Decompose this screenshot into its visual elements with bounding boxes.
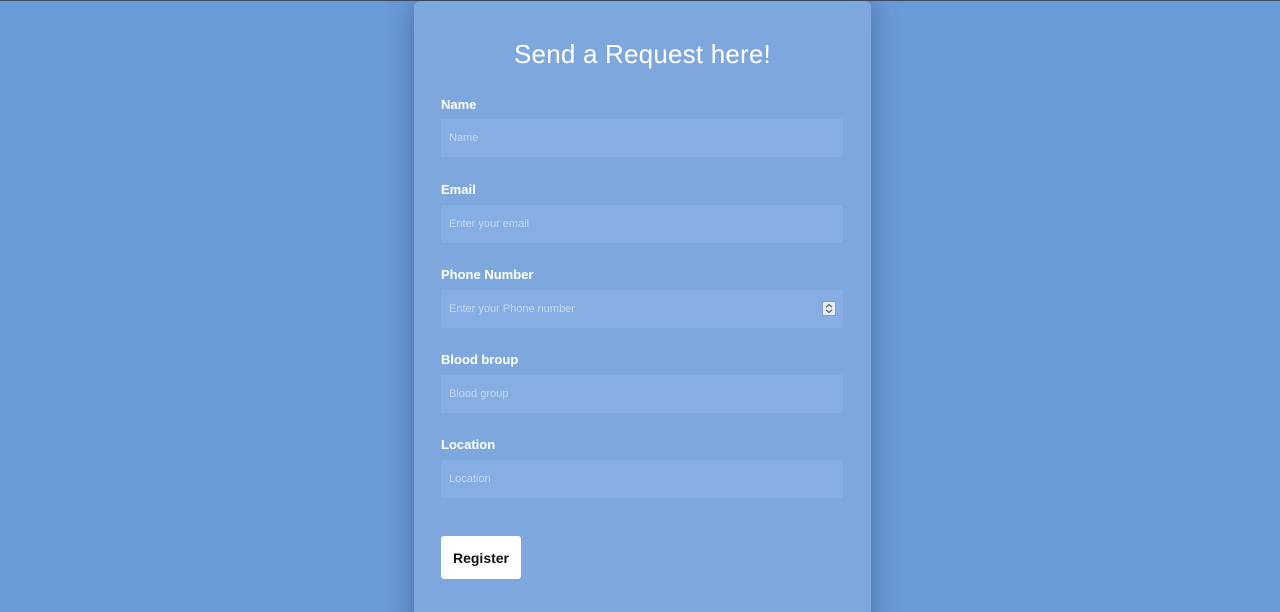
phone-number-label: Phone Number: [441, 267, 534, 282]
email-label: Email: [441, 182, 476, 197]
location-label: Location: [441, 437, 496, 452]
name-label: Name: [441, 97, 477, 112]
form-title: Send a Request here!: [514, 39, 771, 69]
name-input[interactable]: [441, 119, 843, 157]
register-button[interactable]: Register: [441, 536, 521, 579]
email-input[interactable]: [441, 205, 843, 243]
number-spinner-icon[interactable]: [822, 301, 836, 316]
page: Send a Request here! Name Email Phone Nu…: [0, 0, 1280, 612]
blood-group-input[interactable]: [441, 375, 843, 413]
blood-group-label: Blood broup: [441, 352, 519, 367]
request-form-card: Send a Request here! Name Email Phone Nu…: [414, 1, 871, 612]
location-input[interactable]: [441, 460, 843, 498]
phone-number-input[interactable]: [441, 290, 843, 328]
